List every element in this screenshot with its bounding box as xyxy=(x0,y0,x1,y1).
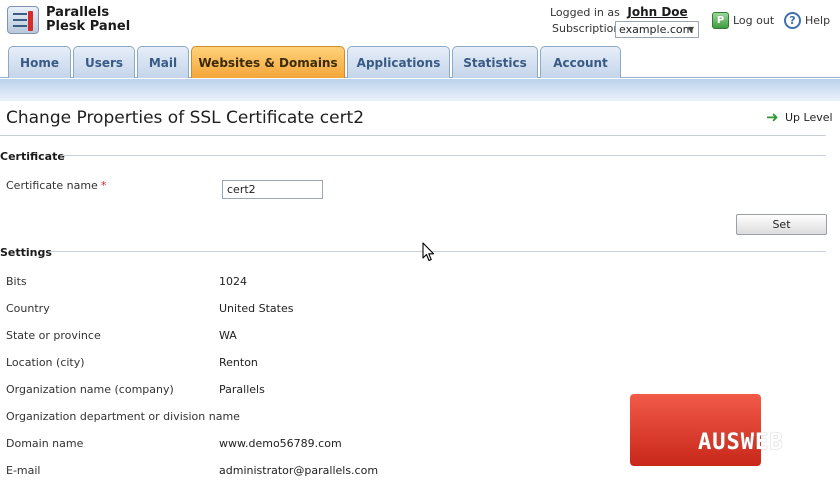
set-button[interactable]: Set xyxy=(736,214,827,235)
setting-value: WA xyxy=(219,329,237,342)
logged-in-label: Logged in as xyxy=(550,6,620,19)
setting-value: Renton xyxy=(219,356,258,369)
section-divider xyxy=(62,155,826,156)
setting-value: Parallels xyxy=(219,383,265,396)
user-name-link[interactable]: John Doe xyxy=(627,5,687,19)
tab-home[interactable]: Home xyxy=(8,46,71,78)
section-certificate-title: Certificate xyxy=(0,150,65,163)
header: Parallels Plesk Panel Logged in as John … xyxy=(0,0,840,46)
logged-in-info: Logged in as John Doe xyxy=(550,5,688,19)
tab-statistics[interactable]: Statistics xyxy=(452,46,538,78)
plesk-logo-icon xyxy=(7,6,39,34)
subscription-value: example.com xyxy=(619,23,694,36)
setting-value: administrator@parallels.com xyxy=(219,464,379,477)
up-level-link[interactable]: ➜ Up Level xyxy=(766,108,833,126)
page-header-band xyxy=(0,79,840,101)
setting-label: Country xyxy=(6,302,50,315)
chevron-down-icon: ▼ xyxy=(687,25,694,34)
watermark-logo: AUSWEB xyxy=(698,430,784,455)
subscription-select[interactable]: example.com ▼ xyxy=(615,21,699,38)
setting-label: Domain name xyxy=(6,437,84,450)
tab-applications[interactable]: Applications xyxy=(347,46,450,78)
setting-label: Bits xyxy=(6,275,27,288)
setting-label: Location (city) xyxy=(6,356,85,369)
setting-value: 1024 xyxy=(219,275,247,288)
tab-websites-domains[interactable]: Websites & Domains xyxy=(191,46,345,78)
logout-icon: P xyxy=(712,12,729,29)
setting-label: State or province xyxy=(6,329,101,342)
setting-label: E-mail xyxy=(6,464,41,477)
certificate-name-input[interactable] xyxy=(222,180,323,199)
tab-mail[interactable]: Mail xyxy=(137,46,189,78)
certificate-name-label: Certificate name * xyxy=(6,179,107,192)
section-divider xyxy=(50,251,826,252)
title-divider xyxy=(0,135,826,136)
required-mark: * xyxy=(100,179,107,192)
main-tabs: Home Users Mail Websites & Domains Appli… xyxy=(0,46,840,78)
setting-value: United States xyxy=(219,302,294,315)
setting-label: Organization name (company) xyxy=(6,383,174,396)
brand-name: Parallels Plesk Panel xyxy=(46,5,131,34)
logout-link[interactable]: P Log out xyxy=(712,12,774,29)
section-settings-title: Settings xyxy=(0,246,52,259)
arrow-up-icon: ➜ xyxy=(766,108,779,126)
setting-label: Organization department or division name xyxy=(6,410,240,423)
page-title: Change Properties of SSL Certificate cer… xyxy=(6,108,365,128)
help-link[interactable]: ? Help xyxy=(784,12,830,29)
tab-users[interactable]: Users xyxy=(73,46,135,78)
setting-value: www.demo56789.com xyxy=(219,437,342,450)
tab-account[interactable]: Account xyxy=(540,46,621,78)
help-icon: ? xyxy=(784,12,801,29)
mouse-cursor-icon xyxy=(422,242,435,262)
subscription-label: Subscription xyxy=(552,22,621,35)
